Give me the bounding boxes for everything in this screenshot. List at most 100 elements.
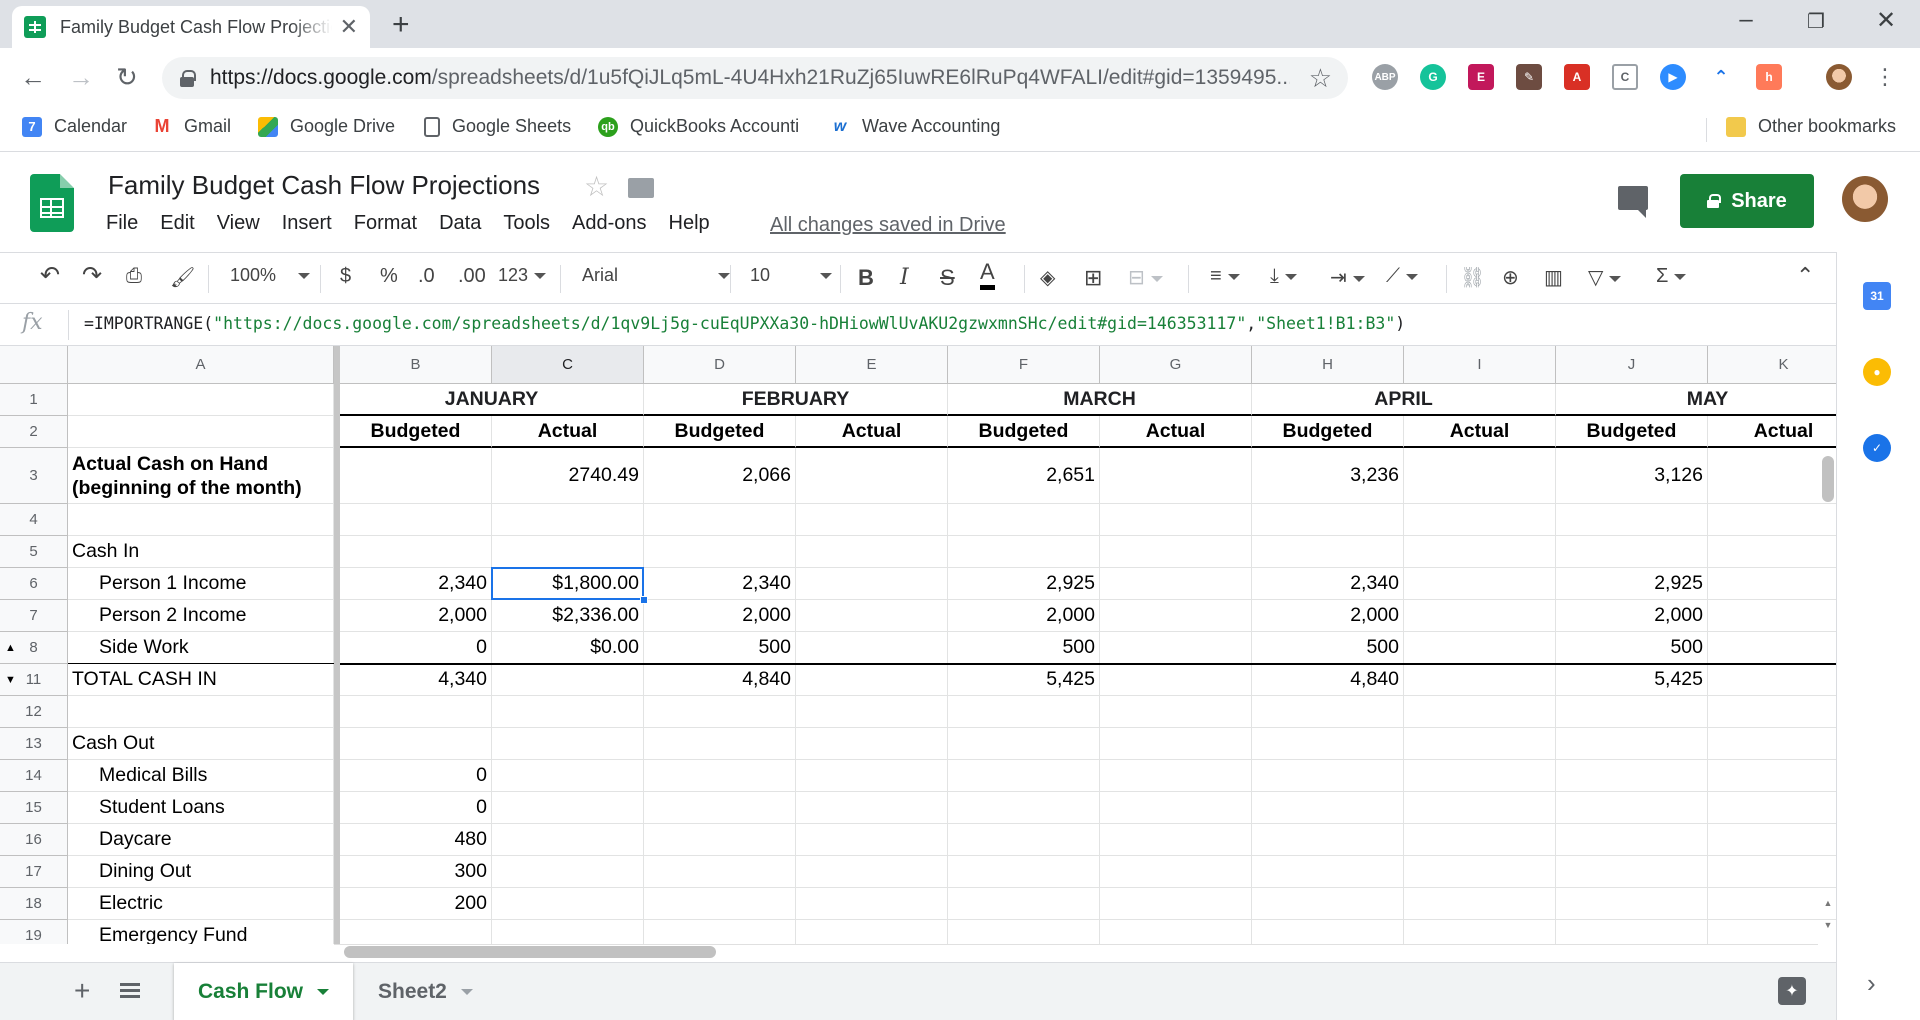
data-cell[interactable] (340, 448, 492, 504)
data-cell[interactable] (1252, 856, 1404, 888)
new-tab-icon[interactable]: + (392, 8, 410, 42)
row-header[interactable]: 15 (0, 792, 68, 824)
data-cell[interactable] (492, 792, 644, 824)
bold-icon[interactable]: B (858, 265, 874, 291)
more-formats-select[interactable]: 123 (498, 265, 547, 286)
data-cell[interactable] (1100, 664, 1252, 696)
data-cell[interactable] (948, 696, 1100, 728)
row-label-cell[interactable]: Actual Cash on Hand (beginning of the mo… (68, 448, 334, 504)
data-cell[interactable] (492, 920, 644, 944)
row-label-cell[interactable]: Student Loans (68, 792, 334, 824)
actual-header[interactable]: Actual (1404, 416, 1556, 448)
bookmark-star-icon[interactable]: ☆ (1309, 63, 1332, 94)
row-label-cell[interactable]: Cash Out (68, 728, 334, 760)
data-cell[interactable] (796, 448, 948, 504)
data-cell[interactable] (1404, 504, 1556, 536)
formula-input[interactable]: =IMPORTRANGE("https://docs.google.com/sp… (84, 314, 1405, 333)
minimize-icon[interactable]: – (1726, 6, 1766, 34)
data-cell[interactable] (1708, 504, 1836, 536)
data-cell[interactable] (1708, 728, 1836, 760)
row-header[interactable]: 12 (0, 696, 68, 728)
row-header[interactable]: 6 (0, 568, 68, 600)
actual-header[interactable]: Actual (796, 416, 948, 448)
column-header-g[interactable]: G (1100, 346, 1252, 384)
data-cell[interactable] (1556, 856, 1708, 888)
data-cell[interactable] (1100, 824, 1252, 856)
row-header[interactable]: 8 ▲ (0, 632, 68, 664)
data-cell[interactable] (644, 856, 796, 888)
data-cell[interactable] (1100, 504, 1252, 536)
scroll-up-icon[interactable]: ▲ (1822, 898, 1834, 914)
star-icon[interactable]: ☆ (584, 170, 609, 203)
data-cell[interactable] (1252, 504, 1404, 536)
fill-color-icon[interactable]: ◈ (1040, 265, 1055, 290)
show-side-panel-icon[interactable]: › (1867, 968, 1876, 999)
data-cell[interactable] (948, 760, 1100, 792)
data-cell[interactable] (1404, 568, 1556, 600)
data-cell[interactable] (796, 760, 948, 792)
data-cell[interactable] (1100, 632, 1252, 664)
data-cell[interactable]: 4,340 (340, 664, 492, 696)
data-cell[interactable] (492, 536, 644, 568)
data-cell[interactable]: 2,000 (1556, 600, 1708, 632)
data-cell[interactable]: 4,840 (644, 664, 796, 696)
row-header[interactable]: 18 (0, 888, 68, 920)
menu-addons[interactable]: Add-ons (572, 212, 647, 235)
budgeted-header[interactable]: Budgeted (1556, 416, 1708, 448)
extension-e-icon[interactable]: E (1468, 64, 1494, 90)
data-cell[interactable] (1404, 600, 1556, 632)
month-header-march[interactable]: MARCH (948, 384, 1252, 416)
data-cell[interactable] (340, 504, 492, 536)
data-cell[interactable] (1100, 536, 1252, 568)
data-cell[interactable] (1708, 888, 1836, 920)
data-cell[interactable]: 4,840 (1252, 664, 1404, 696)
column-header-f[interactable]: F (948, 346, 1100, 384)
budgeted-header[interactable]: Budgeted (948, 416, 1100, 448)
data-cell[interactable] (1556, 888, 1708, 920)
data-cell[interactable] (1100, 448, 1252, 504)
data-cell[interactable]: 2,066 (644, 448, 796, 504)
sheet-tab-sheet2[interactable]: Sheet2 (354, 963, 497, 1020)
percent-format-button[interactable]: % (380, 265, 398, 288)
data-cell[interactable]: 200 (340, 888, 492, 920)
data-cell[interactable]: 2,000 (340, 600, 492, 632)
data-cell[interactable] (948, 792, 1100, 824)
data-cell[interactable]: $2,336.00 (492, 600, 644, 632)
close-tab-icon[interactable]: ✕ (340, 14, 358, 40)
data-cell[interactable] (1404, 632, 1556, 664)
menu-edit[interactable]: Edit (160, 212, 194, 235)
restore-icon[interactable]: ❐ (1796, 9, 1836, 34)
data-cell[interactable]: 500 (644, 632, 796, 664)
row-header[interactable]: 7 (0, 600, 68, 632)
data-cell[interactable] (796, 568, 948, 600)
data-cell[interactable] (1708, 824, 1836, 856)
data-cell[interactable] (1708, 760, 1836, 792)
data-cell[interactable] (644, 536, 796, 568)
grid-corner[interactable] (0, 346, 68, 384)
sheet-tab-cash-flow[interactable]: Cash Flow (174, 963, 354, 1020)
spreadsheet-grid[interactable]: A B C D E F G H I J K 1 2 3 Actual Cash on Hand (begin… (0, 346, 1836, 944)
data-cell[interactable] (1556, 504, 1708, 536)
data-cell[interactable] (1252, 888, 1404, 920)
data-cell[interactable] (1404, 856, 1556, 888)
data-cell[interactable] (948, 856, 1100, 888)
data-cell[interactable]: 2,340 (1252, 568, 1404, 600)
insert-chart-icon[interactable]: ▥ (1544, 265, 1563, 290)
data-cell[interactable] (1708, 920, 1836, 944)
keep-icon[interactable]: ● (1863, 358, 1891, 386)
data-cell[interactable]: 5,425 (1556, 664, 1708, 696)
data-cell[interactable] (796, 856, 948, 888)
reload-icon[interactable]: ↻ (116, 62, 138, 93)
hubspot-extension-icon[interactable]: h (1756, 64, 1782, 90)
data-cell[interactable]: 2,340 (644, 568, 796, 600)
data-cell[interactable] (492, 696, 644, 728)
share-button[interactable]: Share (1680, 174, 1814, 228)
row-header[interactable]: 1 (0, 384, 68, 416)
insert-comment-icon[interactable]: ⊕ (1502, 265, 1519, 290)
row-header[interactable]: 13 (0, 728, 68, 760)
merge-cells-icon[interactable]: ⊟ (1128, 265, 1163, 290)
row-label-cell[interactable]: Daycare (68, 824, 334, 856)
calendar-icon[interactable]: 31 (1863, 282, 1891, 310)
collapse-menus-icon[interactable]: ⌃ (1796, 263, 1814, 289)
data-cell[interactable] (1100, 728, 1252, 760)
